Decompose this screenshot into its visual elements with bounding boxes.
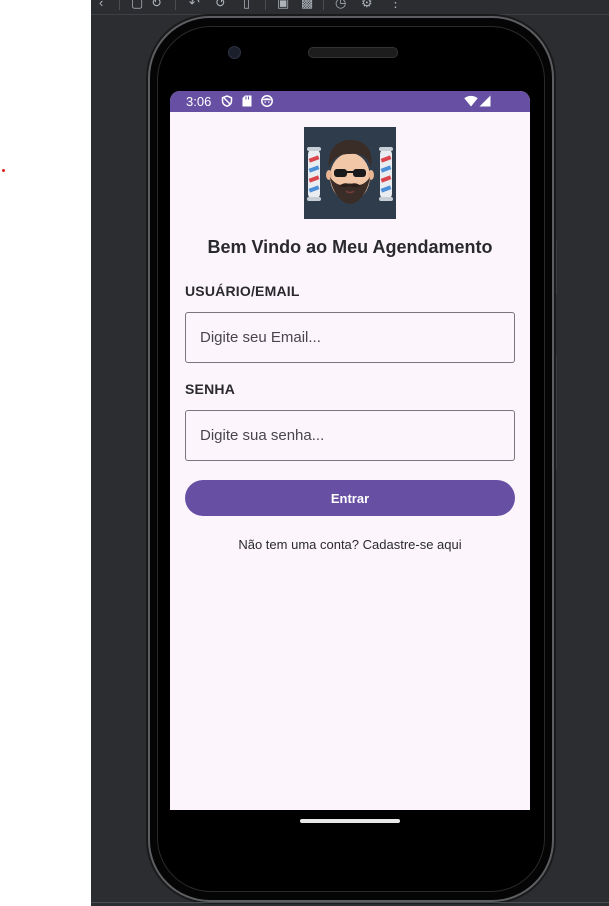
back-icon[interactable]: ‹ xyxy=(99,0,103,10)
earpiece-speaker xyxy=(308,47,398,58)
shield-icon xyxy=(221,95,233,107)
front-camera xyxy=(228,46,241,59)
phone-icon[interactable]: ▯ xyxy=(243,0,250,10)
settings-icon[interactable]: ⚙ xyxy=(361,0,373,10)
email-field[interactable] xyxy=(185,312,515,363)
status-time: 3:06 xyxy=(186,94,212,109)
app-screen: 3:06 Bem Vindo ao Meu Agendamento USUÁRI… xyxy=(170,91,530,810)
email-label: USUÁRIO/EMAIL xyxy=(185,283,300,299)
toolbar-separator xyxy=(323,0,324,10)
clock-icon[interactable]: ◷ xyxy=(335,0,346,10)
indicator-dot xyxy=(2,169,5,172)
signal-icon xyxy=(479,95,491,107)
more-icon[interactable]: ⋮ xyxy=(389,0,402,10)
barber-logo xyxy=(304,127,396,219)
face-icon xyxy=(261,95,273,107)
toolbar-separator xyxy=(265,0,266,10)
login-button[interactable]: Entrar xyxy=(185,480,515,516)
power-button[interactable] xyxy=(553,355,557,470)
undo-icon[interactable]: ↶ xyxy=(189,0,200,10)
status-bar: 3:06 xyxy=(170,91,530,112)
page-title: Bem Vindo ao Meu Agendamento xyxy=(207,237,493,257)
toolbar-separator xyxy=(175,0,176,10)
home-indicator[interactable] xyxy=(300,819,400,823)
screenshot-icon[interactable]: ▣ xyxy=(277,0,289,10)
emulator-toolbar: ‹ ▢ ↻ ↶ ↺ ▯ ▣ ▩ ◷ ⚙ ⋮ xyxy=(91,0,609,15)
sd-card-icon xyxy=(242,95,252,107)
camera-icon[interactable]: ▩ xyxy=(301,0,313,10)
signup-link[interactable]: Não tem uma conta? Cadastre-se aqui xyxy=(170,537,530,552)
panel-bottom-border xyxy=(91,902,609,903)
volume-button[interactable] xyxy=(553,240,557,295)
refresh-icon[interactable]: ↻ xyxy=(151,0,162,10)
toolbar-separator xyxy=(119,0,120,10)
left-panel xyxy=(0,0,91,906)
wifi-icon xyxy=(464,95,478,107)
rotate-icon[interactable]: ↺ xyxy=(215,0,226,10)
password-field[interactable] xyxy=(185,410,515,461)
device-icon[interactable]: ▢ xyxy=(131,0,143,10)
password-label: SENHA xyxy=(185,381,236,397)
